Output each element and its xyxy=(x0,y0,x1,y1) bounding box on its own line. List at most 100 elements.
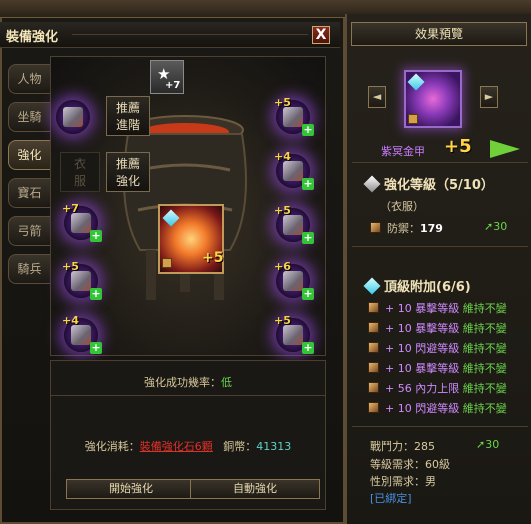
plus-icon: + xyxy=(302,341,314,354)
plus-icon: + xyxy=(302,287,314,300)
equip-slot-right-3[interactable]: +5 + xyxy=(274,204,314,244)
plus-icon: + xyxy=(90,341,102,354)
attribute-row: + 10 閃避等級 維持不變 xyxy=(368,400,526,420)
attribute-text: + 56 內力上限 xyxy=(385,382,460,395)
empty-clothes-slot[interactable]: 衣 服 xyxy=(60,152,100,192)
tab-bow[interactable]: 弓箭 xyxy=(8,216,50,246)
recommend-enhance-line1: 推薦 xyxy=(115,157,140,171)
equip-slot-right-4[interactable]: +6 + xyxy=(274,260,314,300)
slot-level: +4 xyxy=(274,150,291,163)
gender-requirement: 性別需求：男 xyxy=(370,475,436,488)
cost-line: 強化消耗：裝備強化石6顆 銅幣：41313 xyxy=(50,438,326,454)
equipment-icon xyxy=(283,107,303,127)
attribute-icon xyxy=(368,382,379,393)
tab-character[interactable]: 人物 xyxy=(8,64,50,94)
plus-icon: + xyxy=(90,229,102,242)
slot-level: +5 xyxy=(62,260,79,273)
preview-title: 效果預覽 xyxy=(351,22,527,46)
equip-slot-right-2[interactable]: +4 + xyxy=(274,150,314,190)
equip-slot-left-2[interactable]: +5 + xyxy=(62,260,102,300)
attribute-row: + 56 內力上限 維持不變 xyxy=(368,380,526,400)
attribute-text: + 10 暴擊等級 xyxy=(385,302,460,315)
equipment-icon xyxy=(283,215,303,235)
attribute-row: + 10 暴擊等級 維持不變 xyxy=(368,320,526,340)
recommend-enhance-line2: 強化 xyxy=(115,174,140,188)
attribute-list: + 10 暴擊等級 維持不變 + 10 暴擊等級 維持不變 + 10 閃避等級 … xyxy=(368,300,526,420)
slot-level: +5 xyxy=(274,314,291,327)
slot-level: +4 xyxy=(62,314,79,327)
bound-status: [已綁定] xyxy=(370,492,412,505)
coin-value: 41313 xyxy=(256,440,292,453)
cost-label: 強化消耗： xyxy=(84,440,140,453)
preview-divider-2 xyxy=(352,246,528,247)
attribute-status: 維持不變 xyxy=(462,402,507,415)
clothes-slot-label-line1: 衣 xyxy=(73,157,86,171)
attribute-icon xyxy=(368,342,379,353)
coin-label: 銅幣： xyxy=(223,440,257,453)
equipment-icon xyxy=(283,161,303,181)
preview-divider-3 xyxy=(352,426,528,427)
equip-slot-left-3[interactable]: +4 + xyxy=(62,314,102,354)
attribute-row: + 10 閃避等級 維持不變 xyxy=(368,340,526,360)
attribute-status: 維持不變 xyxy=(462,302,507,315)
slot-level: +5 xyxy=(274,96,291,109)
next-item-button[interactable]: ► xyxy=(480,86,498,108)
lock-icon xyxy=(162,258,172,268)
cost-item-link[interactable]: 裝備強化石6顆 xyxy=(140,440,213,453)
attribute-text: + 10 暴擊等級 xyxy=(385,362,460,375)
attribute-status: 維持不變 xyxy=(462,382,507,395)
equipment-icon xyxy=(71,271,91,291)
level-requirement: 等級需求：60級 xyxy=(370,458,450,471)
auto-enhance-button[interactable]: 自動強化 xyxy=(190,479,320,499)
equip-slot-left-1[interactable]: +7 + xyxy=(62,202,102,242)
recommend-advance-button[interactable]: 推薦 進階 xyxy=(106,96,150,136)
window-title: 裝備強化 xyxy=(6,30,59,45)
tab-mount[interactable]: 坐騎 xyxy=(8,102,50,132)
top-item-slot[interactable]: ★ +7 xyxy=(150,60,184,94)
attribute-icon xyxy=(368,302,379,313)
attribute-icon xyxy=(368,322,379,333)
center-item-level: +5 xyxy=(202,250,224,266)
prev-item-button[interactable]: ◄ xyxy=(368,86,386,108)
shield-icon xyxy=(370,222,381,233)
top-attributes-header: 頂級附加(6/6) xyxy=(363,276,471,295)
equip-slot-right-1[interactable]: +5 + xyxy=(274,96,314,136)
attribute-row: + 10 暴擊等級 維持不變 xyxy=(368,360,526,380)
equip-slot-right-5[interactable]: +5 + xyxy=(274,314,314,354)
success-rate-label: 強化成功幾率： xyxy=(144,376,221,389)
tab-gem[interactable]: 寶石 xyxy=(8,178,50,208)
combat-power-bonus-value: 30 xyxy=(485,438,500,451)
attribute-text: + 10 閃避等級 xyxy=(385,342,460,355)
diamond-icon xyxy=(162,209,180,227)
success-rate-line: 強化成功幾率：低 xyxy=(50,374,326,390)
preview-item-icon xyxy=(404,70,462,128)
enhance-level-text: 強化等級（5/10） xyxy=(384,178,494,193)
attribute-text: + 10 暴擊等級 xyxy=(385,322,460,335)
combat-power-value: 285 xyxy=(414,440,435,453)
plus-icon: + xyxy=(302,123,314,136)
tab-cavalry[interactable]: 騎兵 xyxy=(8,254,50,284)
plus-icon: + xyxy=(302,177,314,190)
attribute-row: + 10 暴擊等級 維持不變 xyxy=(368,300,526,320)
diamond-icon xyxy=(363,277,381,295)
attribute-status: 維持不變 xyxy=(462,342,507,355)
defense-value: 179 xyxy=(420,222,443,235)
weapon-slot[interactable] xyxy=(56,100,90,134)
success-rate-value: 低 xyxy=(221,376,232,389)
tab-enhance[interactable]: 強化 xyxy=(8,140,50,170)
start-enhance-button[interactable]: 開始強化 xyxy=(66,479,196,499)
close-button[interactable]: X xyxy=(312,26,330,44)
lock-icon xyxy=(408,114,418,124)
recommend-advance-line2: 進階 xyxy=(115,118,140,132)
combat-power-bonus: ➚30 xyxy=(476,438,500,451)
clothes-slot-label-line2: 服 xyxy=(73,174,86,188)
top-attributes-text: 頂級附加(6/6) xyxy=(384,280,471,295)
attribute-icon xyxy=(368,402,379,413)
item-name: 紫冥金甲 xyxy=(381,145,425,158)
recommend-advance-line1: 推薦 xyxy=(115,101,140,115)
equipment-icon xyxy=(283,271,303,291)
info-divider xyxy=(50,395,326,396)
item-enhance-level: +5 xyxy=(444,136,472,157)
recommend-enhance-button[interactable]: 推薦 強化 xyxy=(106,152,150,192)
diamond-icon xyxy=(407,73,425,91)
